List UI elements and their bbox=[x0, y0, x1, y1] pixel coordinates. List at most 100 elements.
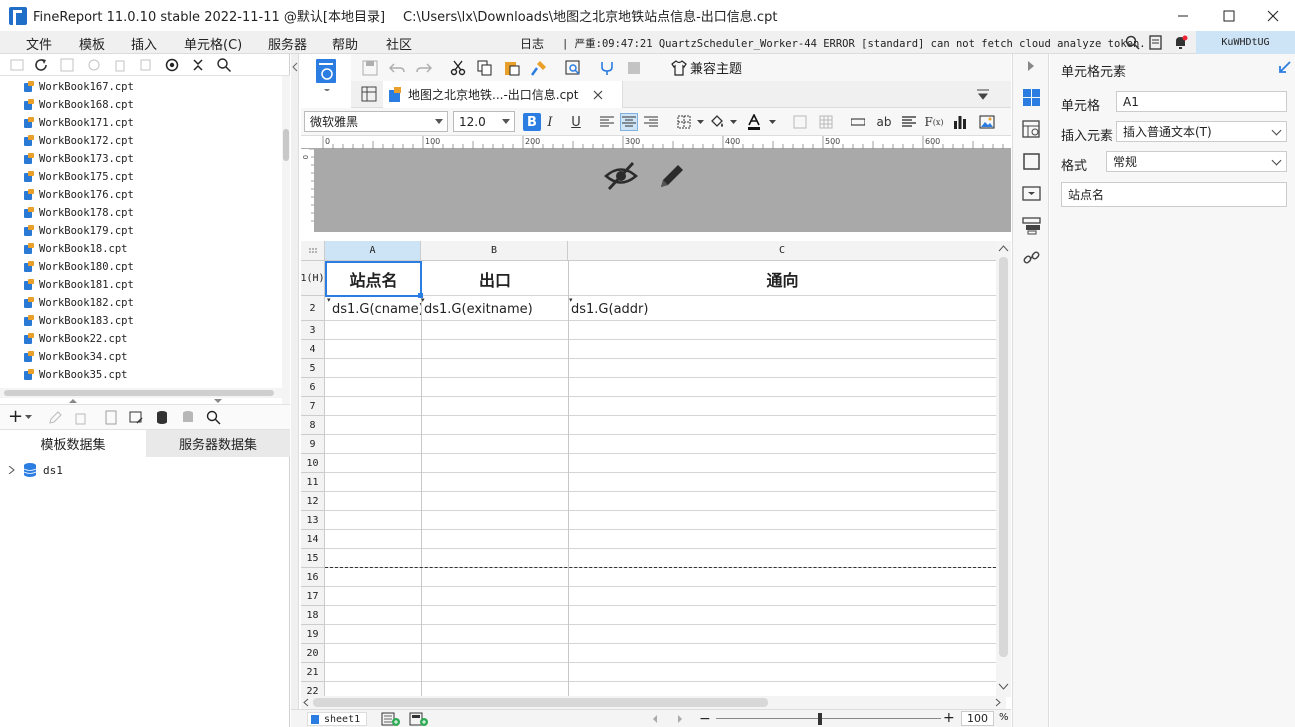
close-icon[interactable] bbox=[1250, 0, 1295, 31]
compat-theme-button[interactable]: 兼容主题 bbox=[671, 58, 742, 77]
align-left-icon[interactable] bbox=[598, 113, 616, 131]
cell-element-icon[interactable] bbox=[1022, 88, 1041, 107]
tree-item[interactable]: WorkBook35.cpt bbox=[24, 366, 128, 384]
menu-template[interactable]: 模板 bbox=[79, 34, 105, 53]
row-header[interactable]: 14 bbox=[301, 530, 325, 549]
chart-icon[interactable] bbox=[951, 113, 969, 131]
copy-icon[interactable] bbox=[138, 57, 154, 73]
menu-insert[interactable]: 插入 bbox=[131, 34, 157, 53]
merge-icon[interactable] bbox=[791, 113, 809, 131]
cell-content-input[interactable]: 站点名 bbox=[1061, 182, 1287, 207]
database-icon[interactable] bbox=[155, 410, 170, 425]
server-db-icon[interactable] bbox=[181, 410, 196, 425]
column-header-c[interactable]: C bbox=[568, 241, 996, 261]
user-badge[interactable]: KuWHDtUG bbox=[1196, 31, 1295, 54]
chevron-down-icon[interactable] bbox=[724, 113, 742, 131]
chevron-down-icon[interactable] bbox=[25, 415, 32, 420]
cell-b1[interactable]: 出口 bbox=[422, 262, 568, 296]
tree-item[interactable]: WorkBook181.cpt bbox=[24, 276, 134, 294]
zoom-in-icon[interactable]: + bbox=[943, 710, 955, 726]
delete-icon[interactable] bbox=[112, 57, 128, 73]
condition-attribute-icon[interactable] bbox=[1022, 216, 1041, 235]
menu-help[interactable]: 帮助 bbox=[332, 34, 358, 53]
tree-item[interactable]: WorkBook18.cpt bbox=[24, 240, 128, 258]
column-header-a[interactable]: A bbox=[325, 241, 421, 261]
label-icon[interactable]: ab bbox=[875, 113, 893, 131]
bold-button[interactable]: B bbox=[523, 113, 541, 131]
sheet-tab[interactable]: sheet1 bbox=[307, 712, 368, 726]
collapse-strip[interactable] bbox=[291, 54, 299, 727]
mobile-icon[interactable] bbox=[625, 59, 643, 77]
locate-icon[interactable] bbox=[59, 57, 75, 73]
format-painter-icon[interactable] bbox=[530, 59, 548, 77]
grid-hscroll-thumb[interactable] bbox=[313, 698, 768, 707]
insert-element-select[interactable]: 插入普通文本(T) bbox=[1116, 121, 1287, 142]
tree-item[interactable]: WorkBook173.cpt bbox=[24, 150, 134, 168]
row-header[interactable]: 4 bbox=[301, 340, 325, 359]
pencil-icon[interactable] bbox=[657, 161, 687, 191]
tree-item[interactable]: WorkBook182.cpt bbox=[24, 294, 134, 312]
row-header[interactable]: 1(H) bbox=[300, 261, 325, 296]
widget-icon[interactable] bbox=[1022, 152, 1041, 171]
view-icon[interactable] bbox=[164, 57, 180, 73]
minimize-icon[interactable] bbox=[1160, 0, 1206, 31]
row-header[interactable]: 16 bbox=[301, 568, 325, 587]
cell-c1[interactable]: 通向 bbox=[569, 262, 996, 296]
doc-tab[interactable]: 地图之北京地铁...-出口信息.cpt bbox=[383, 81, 623, 108]
tree-item[interactable]: WorkBook172.cpt bbox=[24, 132, 134, 150]
tree-item[interactable]: WorkBook179.cpt bbox=[24, 222, 134, 240]
row-header[interactable]: 17 bbox=[301, 587, 325, 606]
new-folder-icon[interactable] bbox=[9, 57, 25, 73]
font-size-select[interactable]: 12.0 bbox=[453, 111, 515, 132]
tree-item[interactable]: WorkBook168.cpt bbox=[24, 96, 134, 114]
row-header[interactable]: 10 bbox=[301, 454, 325, 473]
row-header[interactable]: 5 bbox=[301, 359, 325, 378]
menu-file[interactable]: 文件 bbox=[26, 34, 52, 53]
tree-item[interactable]: WorkBook176.cpt bbox=[24, 186, 134, 204]
add-dataset-icon[interactable]: + bbox=[8, 408, 23, 426]
redo-icon[interactable] bbox=[415, 59, 433, 77]
bell-icon[interactable] bbox=[1173, 35, 1188, 50]
tree-hscroll-thumb[interactable] bbox=[4, 390, 274, 396]
row-header[interactable]: 18 bbox=[301, 606, 325, 625]
add-form-sheet-icon[interactable] bbox=[409, 712, 429, 726]
grid-vscroll-thumb[interactable] bbox=[999, 257, 1008, 657]
row-header[interactable]: 21 bbox=[301, 663, 325, 682]
chevron-down-icon[interactable] bbox=[691, 113, 709, 131]
collapse-icon[interactable] bbox=[190, 57, 206, 73]
edit-icon[interactable] bbox=[48, 410, 63, 425]
cell-c2[interactable]: ds1.G(addr) bbox=[571, 297, 996, 321]
dropdown-widget-icon[interactable] bbox=[1022, 184, 1041, 203]
dataset-edit-icon[interactable] bbox=[129, 410, 144, 425]
italic-button[interactable]: I bbox=[541, 113, 559, 131]
pin-icon[interactable] bbox=[1278, 61, 1291, 74]
prev-sheet-icon[interactable] bbox=[651, 714, 659, 724]
formula-icon[interactable]: F (x) bbox=[924, 113, 943, 131]
delete-icon[interactable] bbox=[73, 410, 88, 425]
menu-cell[interactable]: 单元格(C) bbox=[184, 34, 242, 53]
spreadsheet-grid[interactable]: A B C 1(H) 2 3 4 5 6 7 8 9 10 11 12 13 14 15 16 17 18 19 20… bbox=[300, 241, 996, 701]
chevron-down-icon[interactable] bbox=[763, 113, 781, 131]
image-icon[interactable] bbox=[978, 113, 996, 131]
font-family-select[interactable]: 微软雅黑 bbox=[304, 111, 448, 132]
cell-b2[interactable]: ds1.G(exitname) bbox=[424, 297, 568, 321]
row-header[interactable]: 9 bbox=[301, 435, 325, 454]
preview-icon[interactable] bbox=[104, 410, 119, 425]
notes-icon[interactable] bbox=[1149, 35, 1164, 50]
row-header[interactable]: 2 bbox=[301, 296, 325, 321]
row-header[interactable]: 8 bbox=[301, 416, 325, 435]
align-right-icon[interactable] bbox=[642, 113, 660, 131]
cell-attribute-icon[interactable] bbox=[1022, 120, 1041, 139]
text-icon[interactable] bbox=[900, 113, 918, 131]
row-header[interactable]: 15 bbox=[301, 549, 325, 568]
zoom-slider-thumb[interactable] bbox=[818, 713, 822, 725]
tab-server-dataset[interactable]: 服务器数据集 bbox=[146, 430, 290, 457]
plugin-icon[interactable] bbox=[598, 59, 616, 77]
zoom-out-icon[interactable]: − bbox=[699, 711, 711, 727]
grid-layout-icon[interactable] bbox=[361, 86, 377, 102]
tree-item[interactable]: WorkBook167.cpt bbox=[24, 78, 134, 96]
log-label[interactable]: 日志 bbox=[520, 35, 544, 52]
font-color-icon[interactable] bbox=[745, 113, 763, 131]
row-header[interactable]: 20 bbox=[301, 644, 325, 663]
chevron-right-icon[interactable] bbox=[1026, 60, 1045, 79]
